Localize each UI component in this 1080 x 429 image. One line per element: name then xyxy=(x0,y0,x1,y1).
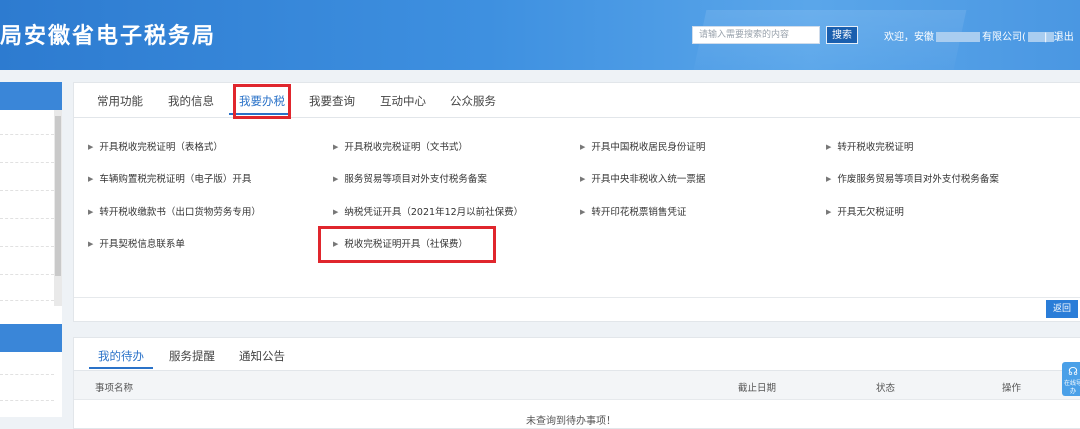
caret-right-icon: ▶ xyxy=(826,208,832,216)
sidebar-section-header[interactable] xyxy=(0,82,62,110)
tab-my-todo[interactable]: 我的待办 xyxy=(98,348,144,364)
function-item[interactable]: ▶ 开具契税信息联系单 xyxy=(88,236,185,250)
empty-state-text: 未查询到待办事项！ xyxy=(526,416,616,427)
tab-common-functions[interactable]: 常用功能 xyxy=(97,93,143,109)
caret-right-icon: ▶ xyxy=(826,175,832,183)
search-button[interactable]: 搜索 xyxy=(826,26,858,44)
sidebar-scrollbar[interactable] xyxy=(54,110,62,306)
left-sidebar xyxy=(0,82,62,417)
function-item[interactable]: ▶ 开具税收完税证明（文书式） xyxy=(333,139,468,153)
tab-service-reminder[interactable]: 服务提醒 xyxy=(169,348,215,364)
sidebar-item[interactable] xyxy=(0,190,54,192)
sidebar-item[interactable] xyxy=(0,274,54,276)
caret-right-icon: ▶ xyxy=(88,240,94,248)
back-button[interactable]: 返回 xyxy=(1046,300,1078,318)
logout-link[interactable]: | 退出 xyxy=(1044,28,1074,43)
function-item-highlighted[interactable]: ▶ 税收完税证明开具（社保费） xyxy=(333,236,468,250)
company-suffix: 有限公司( xyxy=(982,32,1026,43)
function-item[interactable]: ▶ 纳税凭证开具（2021年12月以前社保费） xyxy=(333,204,523,218)
sidebar-item[interactable] xyxy=(0,162,54,164)
headset-icon: ☊ xyxy=(1068,365,1078,378)
function-item[interactable]: ▶ 转开税收完税证明 xyxy=(826,139,913,153)
panel-divider xyxy=(74,297,1080,298)
tab-query[interactable]: 我要查询 xyxy=(309,93,355,109)
top-header: 局安徽省电子税务局 搜索 欢迎，安徽有限公司() | 退出 xyxy=(0,0,1080,70)
caret-right-icon: ▶ xyxy=(580,175,586,183)
todo-tabs: 我的待办 服务提醒 通知公告 xyxy=(74,338,1080,371)
separator: | xyxy=(1044,32,1048,43)
function-item[interactable]: ▶ 转开印花税票销售凭证 xyxy=(580,204,686,218)
caret-right-icon: ▶ xyxy=(88,143,94,151)
redacted-company xyxy=(936,32,980,42)
caret-right-icon: ▶ xyxy=(88,208,94,216)
caret-right-icon: ▶ xyxy=(580,208,586,216)
function-panel: 常用功能 我的信息 我要办税 我要查询 互动中心 公众服务 ▶ 开具税收完税证明（… xyxy=(73,82,1080,322)
sidebar-item[interactable] xyxy=(0,134,54,136)
function-item[interactable]: ▶ 开具中央非税收入统一票据 xyxy=(580,171,705,185)
column-item-name: 事项名称 xyxy=(95,383,134,394)
tab-public-service[interactable]: 公众服务 xyxy=(450,93,496,109)
caret-right-icon: ▶ xyxy=(333,143,339,151)
function-item[interactable]: ▶ 车辆购置税完税证明（电子版）开具 xyxy=(88,171,251,185)
tab-tax-handling[interactable]: 我要办税 xyxy=(239,93,285,109)
function-item[interactable]: ▶ 开具税收完税证明（表格式） xyxy=(88,139,223,153)
search-input[interactable] xyxy=(692,26,820,44)
todo-panel: 我的待办 服务提醒 通知公告 事项名称 截止日期 状态 操作 未查询到待办事项！ xyxy=(73,337,1080,429)
caret-right-icon: ▶ xyxy=(333,208,339,216)
tab-notices[interactable]: 通知公告 xyxy=(239,348,285,364)
sidebar-item[interactable] xyxy=(0,246,54,248)
column-action: 操作 xyxy=(1002,383,1022,394)
sidebar-item[interactable] xyxy=(0,300,54,302)
function-item[interactable]: ▶ 服务贸易等项目对外支付税务备案 xyxy=(333,171,487,185)
sidebar-item[interactable] xyxy=(0,400,54,402)
sidebar-section-header[interactable] xyxy=(0,324,62,352)
column-status: 状态 xyxy=(876,383,896,394)
tab-my-info[interactable]: 我的信息 xyxy=(168,93,214,109)
caret-right-icon: ▶ xyxy=(88,175,94,183)
caret-right-icon: ▶ xyxy=(580,143,586,151)
function-item[interactable]: ▶ 开具中国税收居民身份证明 xyxy=(580,139,705,153)
function-item[interactable]: ▶ 转开税收缴款书（出口货物劳务专用） xyxy=(88,204,261,218)
function-item[interactable]: ▶ 开具无欠税证明 xyxy=(826,204,904,218)
welcome-text: 欢迎，安徽 有限公司() xyxy=(884,28,1060,43)
sidebar-item[interactable] xyxy=(0,218,54,220)
tab-interaction-center[interactable]: 互动中心 xyxy=(380,93,426,109)
active-tab-underline xyxy=(229,113,291,115)
logout-label[interactable]: 退出 xyxy=(1054,32,1074,43)
welcome-prefix: 欢迎，安徽 xyxy=(884,32,934,43)
caret-right-icon: ▶ xyxy=(333,175,339,183)
todo-table-header: 事项名称 截止日期 状态 操作 xyxy=(74,371,1080,400)
online-guide-label: 在线导办 xyxy=(1063,380,1080,395)
function-item[interactable]: ▶ 作废服务贸易等项目对外支付税务备案 xyxy=(826,171,999,185)
caret-right-icon: ▶ xyxy=(333,240,339,248)
sidebar-item[interactable] xyxy=(0,374,54,376)
main-tabs: 常用功能 我的信息 我要办税 我要查询 互动中心 公众服务 xyxy=(74,83,1080,118)
online-guide-button[interactable]: ☊ 在线导办 xyxy=(1062,362,1080,396)
caret-right-icon: ▶ xyxy=(826,143,832,151)
site-title: 局安徽省电子税务局 xyxy=(0,24,217,49)
column-deadline: 截止日期 xyxy=(738,383,777,394)
scrollbar-thumb[interactable] xyxy=(55,116,61,276)
active-tab-underline xyxy=(89,367,153,369)
